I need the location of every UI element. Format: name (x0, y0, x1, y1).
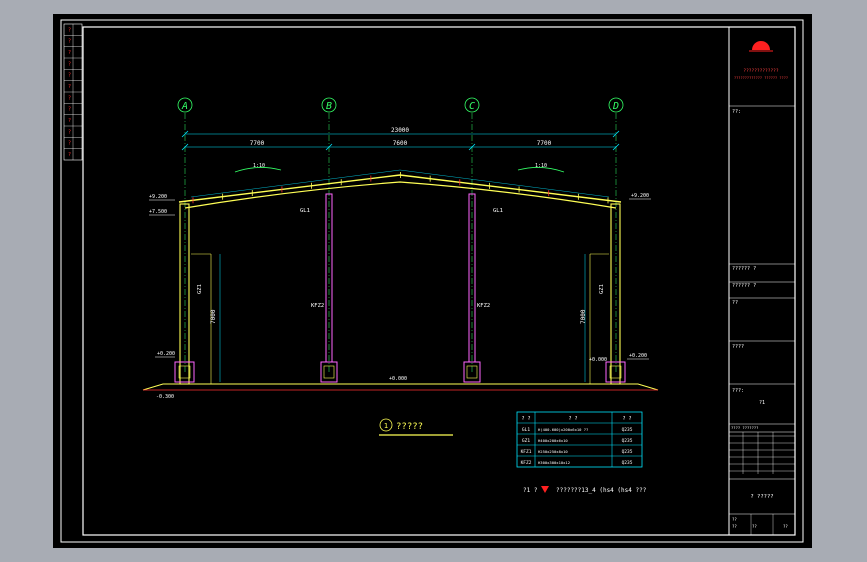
dim-overall: 23000 (391, 127, 409, 134)
slope-right: 1:10 (535, 163, 547, 169)
company-line-1: ????????????? (743, 68, 779, 74)
table-cell: H(400-600)x200x6x10 ?? (538, 427, 588, 432)
drawing-name: ? ????? (750, 494, 773, 500)
tb-cell-7: ?1 (759, 400, 765, 406)
strip-label: ? (68, 152, 71, 158)
tb-cell-8: ???? ??????? (731, 425, 758, 430)
title-block: ????????????? ????????????? ?????? ???? … (728, 26, 796, 536)
table-cell: H250x250x8x10 (538, 449, 568, 454)
structural-drawing: ???????????? ????????????? ?????????????… (60, 19, 804, 543)
tb-cell-2: ?????? ? (732, 266, 756, 272)
tb-cell-4: ?? (732, 300, 738, 306)
strip-label: ? (68, 61, 71, 67)
dim-bay-2: 7600 (393, 140, 408, 147)
tb-cell-1: ??: (732, 109, 741, 115)
column-a (179, 203, 190, 385)
left-strip: ???????????? (63, 23, 83, 161)
tb-cell-6: ???: (732, 388, 744, 394)
strip-label: ? (68, 27, 71, 33)
label-height-left: 7000 (210, 309, 217, 324)
axis-label-d: D (612, 101, 619, 112)
label-col-right: GZ1 (599, 284, 605, 294)
section-title-text: ????? (396, 422, 423, 432)
label-beam-right: GL1 (493, 208, 503, 214)
table-cell: Q235 (622, 438, 633, 444)
section-number: 1 (384, 422, 388, 430)
table-cell: Q235 (622, 460, 633, 466)
table-header-1: ? ? (521, 416, 530, 422)
note-prefix: ?1 ? (523, 487, 538, 494)
company-logo (752, 41, 770, 50)
strip-label: ? (68, 141, 71, 147)
inner-frame (82, 26, 796, 536)
elev-eave-right: +9.200 (631, 193, 649, 199)
strip-label: ? (68, 129, 71, 135)
table-cell: H400x200x6x10 (538, 438, 568, 443)
dim-bay-3: 7700 (537, 140, 552, 147)
elev-eave-left-top: +9.200 (149, 194, 167, 200)
cad-viewport[interactable]: ???????????? ????????????? ?????????????… (53, 14, 812, 548)
tb-cell-3: ?????? ? (732, 283, 756, 289)
elev-ground-left: +0.200 (157, 351, 175, 357)
tb-cell-5: ???? (732, 344, 744, 350)
member-table: ? ? ? ? ? ? GL1 H(400-600)x200x6x10 ?? Q… (516, 411, 643, 468)
axis-label-b: B (326, 101, 332, 112)
label-col-mid-right: KFZ2 (477, 303, 490, 309)
table-cell: GZ1 (522, 438, 530, 444)
note: ?1 ? ???????13_4 (hs4 (hs4 ??? (523, 486, 647, 494)
tb-footer-1: ?? (732, 517, 737, 522)
section-title: 1 ????? (379, 418, 453, 436)
elev-eave-left-bottom: +7.500 (149, 209, 167, 215)
columns (179, 193, 621, 385)
strip-label: ? (68, 73, 71, 79)
dim-bay-1: 7700 (250, 140, 265, 147)
column-d (610, 203, 621, 385)
dimension-lines: 23000 7700 7600 7700 (181, 127, 620, 151)
elev-bottom-left: -0.300 (156, 394, 174, 400)
label-beam-left: GL1 (300, 208, 310, 214)
tb-footer-2: ?? (732, 524, 737, 529)
label-height-right: 7000 (580, 309, 587, 324)
strip-label: ? (68, 39, 71, 45)
outer-frame (60, 19, 804, 543)
tb-footer-3: ?? (752, 524, 757, 529)
label-col-left: GZ1 (197, 284, 203, 294)
elev-ground-inner-right: +0.000 (589, 357, 607, 363)
table-cell: GL1 (522, 427, 530, 433)
member-labels: GL1 GL1 GZ1 GZ1 KFZ2 KFZ2 7000 7000 (197, 208, 605, 324)
elev-floor-center: +0.000 (389, 376, 407, 382)
slope-markers: 1:10 1:10 (234, 163, 565, 173)
company-line-2: ????????????? ?????? ???? (734, 76, 788, 80)
strip-label: ? (68, 107, 71, 113)
table-header-2: ? ? (568, 416, 577, 422)
elevation-marks: +9.200 +7.500 +9.200 +0.200 +0.200 +0.00… (149, 193, 651, 400)
roof-rafter (178, 169, 622, 209)
table-header-3: ? ? (622, 416, 631, 422)
table-cell: Q235 (622, 449, 633, 455)
note-text: ???????13_4 (hs4 (hs4 ??? (556, 487, 647, 494)
table-cell: H300x300x10x12 (538, 460, 570, 465)
table-cell: Q235 (622, 427, 633, 433)
elev-ground-right: +0.200 (629, 353, 647, 359)
note-triangle-icon (541, 486, 549, 493)
strip-label: ? (68, 50, 71, 56)
tb-footer-4: ?? (783, 524, 788, 529)
axis-label-a: A (181, 101, 188, 112)
strip-label: ? (68, 84, 71, 90)
ground (142, 383, 659, 391)
table-cell: KFZ2 (521, 460, 532, 466)
axis-label-c: C (469, 101, 475, 112)
table-cell: KFZ1 (521, 449, 532, 455)
strip-label: ? (68, 95, 71, 101)
label-col-mid-left: KFZ2 (311, 303, 324, 309)
slope-left: 1:10 (253, 163, 265, 169)
strip-label: ? (68, 118, 71, 124)
